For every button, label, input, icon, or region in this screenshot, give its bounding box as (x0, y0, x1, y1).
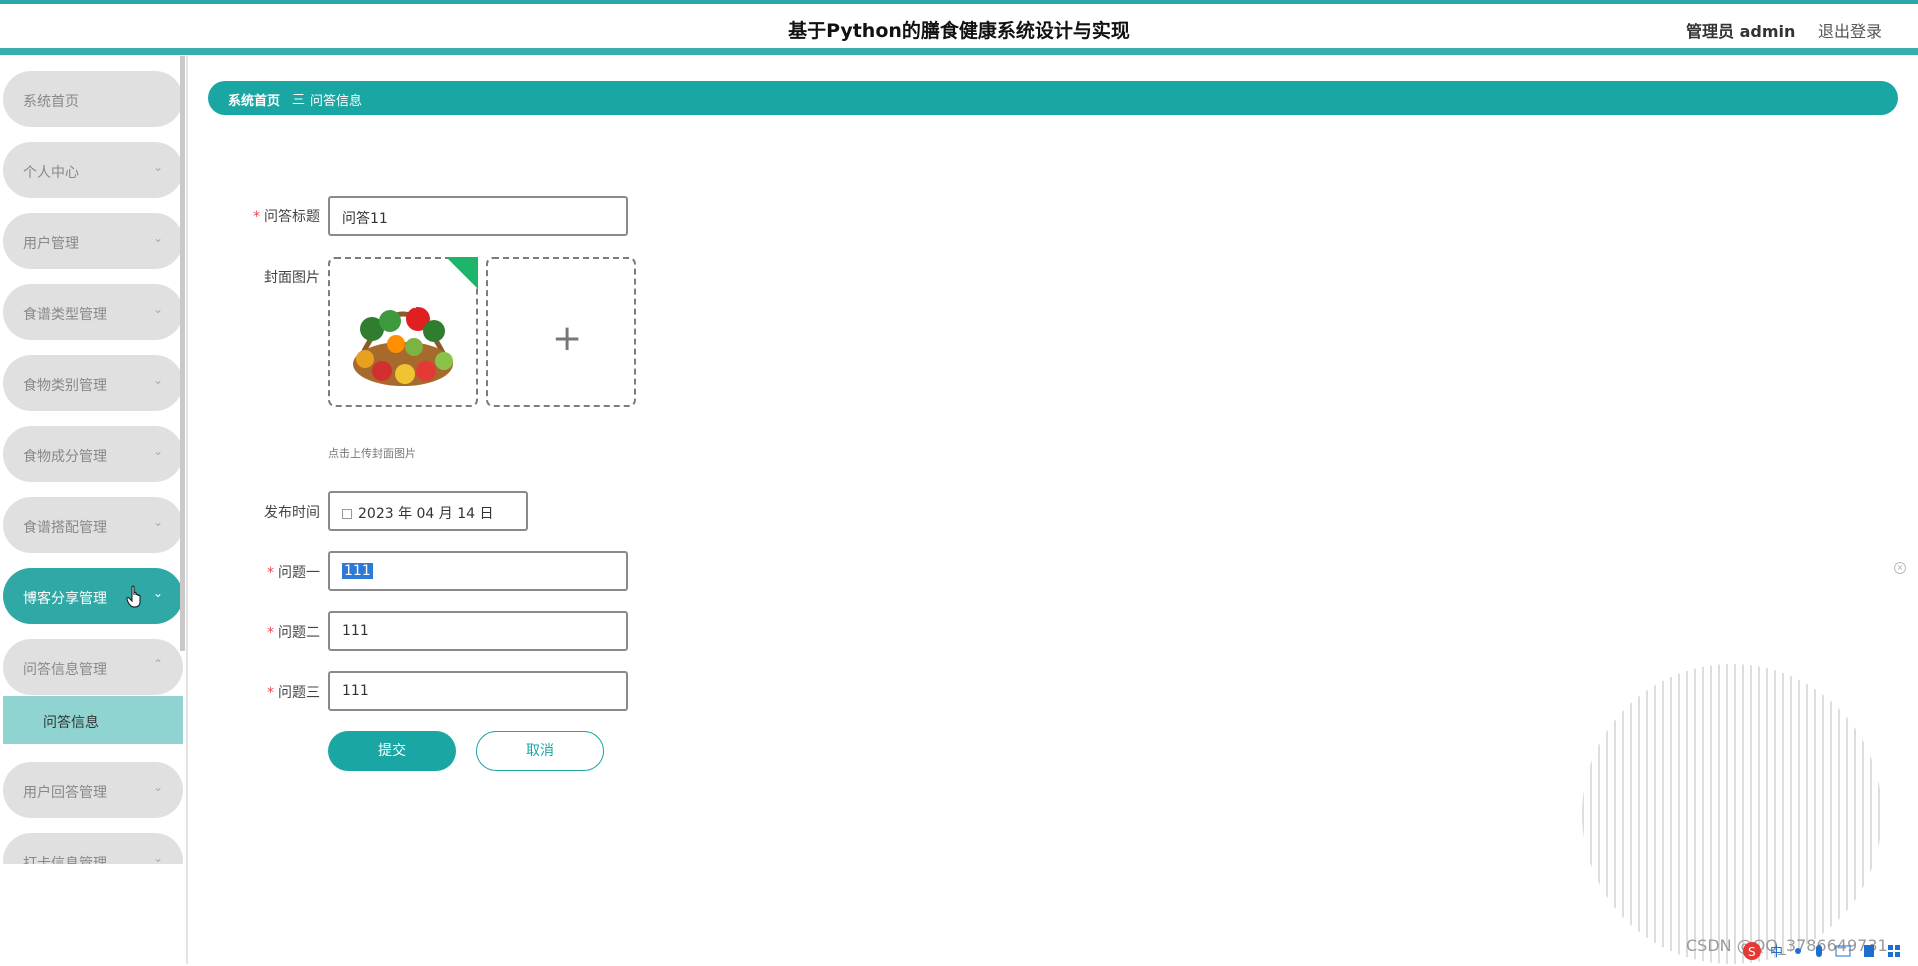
sidebar-item-label: 用户管理 (23, 236, 79, 252)
question-two-label: * 问题二 (210, 622, 320, 642)
title-label: * 问答标题 (210, 206, 320, 226)
sidebar-item-label: 个人中心 (23, 165, 79, 181)
sidebar-item-qa-management[interactable]: 问答信息管理 ⌃ (3, 639, 183, 695)
sidebar-item-home[interactable]: 系统首页 (3, 71, 183, 127)
title-label-text: 问答标题 (264, 209, 320, 225)
chevron-down-icon: ⌄ (152, 515, 163, 529)
chevron-down-icon: ⌄ (152, 586, 163, 600)
question-one-input[interactable]: 111 (328, 551, 628, 591)
chevron-down-icon: ⌄ (152, 231, 163, 245)
close-icon[interactable]: × (1894, 562, 1906, 574)
chevron-up-icon: ⌃ (152, 657, 163, 671)
sidebar-item-checkin[interactable]: 打卡信息管理 ⌄ (3, 833, 183, 864)
question-two-label-text: 问题二 (278, 625, 320, 641)
question-three-label: * 问题三 (210, 682, 320, 702)
title-input[interactable]: 问答11 (328, 196, 628, 236)
sidebar-item-label: 食谱搭配管理 (23, 520, 107, 536)
cover-upload-tip: 点击上传封面图片 (328, 447, 416, 460)
title-value: 问答11 (342, 211, 388, 227)
sidebar-item-label: 食物成分管理 (23, 449, 107, 465)
svg-text:中: 中 (1770, 945, 1783, 960)
sidebar-item-food-category[interactable]: 食物类别管理 ⌄ (3, 355, 183, 411)
hand-cursor-icon (126, 585, 141, 608)
chevron-down-icon: ⌄ (152, 780, 163, 794)
chevron-down-icon: ⌄ (152, 160, 163, 174)
required-mark: * (267, 625, 274, 641)
publish-date-picker[interactable]: 2023 年 04 月 14 日 (328, 491, 528, 531)
decorative-striped-circle (1582, 664, 1882, 964)
sidebar-subitem-qa-info[interactable]: 问答信息 (3, 696, 183, 744)
user-label: 管理员 admin (1686, 22, 1796, 41)
header: 基于Python的膳食健康系统设计与实现 管理员 admin 退出登录 (0, 4, 1918, 50)
sidebar-subitem-label: 问答信息 (43, 715, 99, 731)
question-three-label-text: 问题三 (278, 685, 320, 701)
required-mark: * (267, 685, 274, 701)
sidebar-item-label: 用户回答管理 (23, 785, 107, 801)
plus-icon: + (552, 318, 583, 359)
cover-image-thumbnail[interactable] (328, 257, 478, 407)
publish-label: 发布时间 (264, 505, 320, 521)
sidebar-item-blog-sharing[interactable]: 博客分享管理 ⌄ (3, 568, 183, 624)
sidebar-item-recipe-type[interactable]: 食谱类型管理 ⌄ (3, 284, 183, 340)
upload-success-badge (446, 257, 478, 289)
app-title: 基于Python的膳食健康系统设计与实现 (788, 20, 1130, 42)
breadcrumb-home[interactable]: 系统首页 (228, 90, 280, 109)
chevron-down-icon: ⌄ (152, 444, 163, 458)
sidebar-item-label: 食谱类型管理 (23, 307, 107, 323)
question-two-input[interactable]: 111 (328, 611, 628, 651)
sidebar-item-label: 系统首页 (23, 94, 79, 110)
question-one-label: * 问题一 (210, 562, 320, 582)
sidebar-scrollbar[interactable] (180, 56, 185, 651)
sidebar: 系统首页 个人中心 ⌄ 用户管理 ⌄ 食谱类型管理 ⌄ 食物类别管理 ⌄ 食物成… (0, 56, 188, 964)
input-method-icon: S 中 (1743, 942, 1900, 960)
svg-text:S: S (1748, 945, 1756, 959)
question-one-label-text: 问题一 (278, 565, 320, 581)
question-three-input[interactable]: 111 (328, 671, 628, 711)
sidebar-item-label: 食物类别管理 (23, 378, 107, 394)
breadcrumb-current: 问答信息 (310, 94, 363, 109)
sidebar-item-personal-center[interactable]: 个人中心 ⌄ (3, 142, 183, 198)
header-bottom-bar (0, 48, 1918, 55)
question-three-value: 111 (342, 683, 369, 699)
question-one-value: 111 (342, 563, 373, 579)
breadcrumb: 系统首页 三 问答信息 (208, 81, 1898, 115)
chevron-down-icon: ⌄ (152, 851, 163, 864)
cover-upload-button[interactable]: + (486, 257, 636, 407)
sidebar-item-user-management[interactable]: 用户管理 ⌄ (3, 213, 183, 269)
submit-button[interactable]: 提交 (328, 731, 456, 771)
logout-link[interactable]: 退出登录 (1818, 18, 1882, 42)
sidebar-item-label: 博客分享管理 (23, 591, 107, 607)
sidebar-item-label: 问答信息管理 (23, 662, 107, 678)
sidebar-item-recipe-pairing[interactable]: 食谱搭配管理 ⌄ (3, 497, 183, 553)
sidebar-menu: 系统首页 个人中心 ⌄ 用户管理 ⌄ 食谱类型管理 ⌄ 食物类别管理 ⌄ 食物成… (0, 56, 186, 864)
chevron-down-icon: ⌄ (152, 302, 163, 316)
cover-label: 封面图片 (264, 270, 320, 286)
sidebar-item-label: 打卡信息管理 (23, 856, 107, 864)
cancel-button[interactable]: 取消 (476, 731, 604, 771)
breadcrumb-separator: 三 (292, 93, 306, 108)
question-two-value: 111 (342, 623, 369, 639)
required-mark: * (253, 209, 260, 225)
publish-date-value: 2023 年 04 月 14 日 (358, 506, 494, 522)
calendar-icon (342, 509, 352, 519)
required-mark: * (267, 565, 274, 581)
sidebar-item-food-composition[interactable]: 食物成分管理 ⌄ (3, 426, 183, 482)
ime-toolbar[interactable]: S 中 (1742, 940, 1918, 962)
chevron-down-icon: ⌄ (152, 373, 163, 387)
sidebar-item-user-answers[interactable]: 用户回答管理 ⌄ (3, 762, 183, 818)
